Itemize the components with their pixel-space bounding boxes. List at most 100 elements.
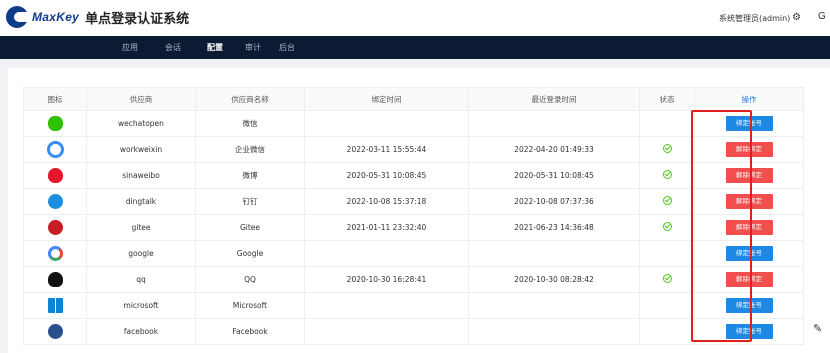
icon-cell [23,266,87,293]
bind-time-cell: 2021-01-11 23:32:40 [304,214,469,241]
icon-cell [23,162,87,189]
top-header: MaxKey 单点登录认证系统 系统管理员(admin) ⚙ G [0,0,830,36]
status-cell [639,292,695,319]
col-action: 操作 [694,87,804,111]
check-circle-icon [662,170,672,179]
current-user-menu[interactable]: 系统管理员(admin) [719,13,790,24]
wecom-icon [46,141,64,158]
provider-name-cell: QQ [195,266,305,293]
github-link[interactable]: G [818,11,826,22]
social-accounts-table: 图标 供应商 供应商名称 绑定时间 最近登录时间 状态 操作 wechatope… [23,87,804,345]
last-login-cell: 2020-10-30 08:28:42 [468,266,640,293]
provider-name-cell: 企业微信 [195,136,305,163]
provider-cell: microsoft [86,292,196,319]
wechat-icon [47,116,63,131]
bind-account-button[interactable]: 绑定账号 [725,324,773,339]
icon-cell [23,188,87,215]
provider-cell: google [86,240,196,267]
col-bind-time: 绑定时间 [304,87,469,111]
table-row: workweixin 企业微信 2022-03-11 15:55:44 2022-04… [23,136,804,163]
table-row: google Google 绑定账号 [23,240,804,267]
last-login-cell [468,240,640,267]
bind-account-button[interactable]: 绑定账号 [725,246,773,261]
bind-time-cell: 2020-10-30 16:28:41 [304,266,469,293]
bind-time-cell [304,240,469,267]
last-login-cell [468,318,640,345]
provider-cell: gitee [86,214,196,241]
logo-text: MaxKey [32,10,80,24]
col-icon: 图标 [23,87,87,111]
provider-cell: dingtalk [86,188,196,215]
dingtalk-icon [47,194,63,209]
bind-account-button[interactable]: 绑定账号 [725,298,773,313]
action-cell: 绑定账号 [694,292,804,319]
status-cell [639,214,695,241]
last-login-cell [468,292,640,319]
action-cell: 解除绑定 [694,214,804,241]
check-circle-icon [662,144,672,153]
provider-name-cell: 微信 [195,110,305,137]
bind-time-cell: 2020-05-31 10:08:45 [304,162,469,189]
action-cell: 绑定账号 [694,110,804,137]
table-row: sinaweibo 微博 2020-05-31 10:08:45 2020-05-31… [23,162,804,189]
weibo-icon [47,168,63,183]
provider-cell: sinaweibo [86,162,196,189]
provider-cell: qq [86,266,196,293]
bind-account-button[interactable]: 绑定账号 [725,116,773,131]
action-cell: 解除绑定 [694,266,804,293]
table-row: gitee Gitee 2021-01-11 23:32:40 2021-06-23 … [23,214,804,241]
gitee-icon [47,220,63,235]
unbind-button[interactable]: 解除绑定 [725,272,773,287]
pin-icon[interactable]: ✎ [813,322,822,335]
qq-icon [47,272,63,287]
icon-cell [23,110,87,137]
status-cell [639,136,695,163]
bind-time-cell [304,110,469,137]
maxkey-logo-icon [6,6,28,28]
app-title: 单点登录认证系统 [85,11,190,27]
icon-cell [23,240,87,267]
provider-cell: workweixin [86,136,196,163]
action-cell: 解除绑定 [694,188,804,215]
last-login-cell: 2022-04-20 01:49:33 [468,136,640,163]
google-icon [47,246,63,261]
nav-item-sessions[interactable]: 会话 [165,42,181,53]
action-cell: 绑定账号 [694,318,804,345]
table-row: microsoft Microsoft 绑定账号 [23,292,804,319]
app-logo[interactable]: MaxKey 单点登录认证系统 [6,6,189,28]
nav-item-config[interactable]: 配置 [207,42,223,53]
last-login-cell [468,110,640,137]
provider-name-cell: Google [195,240,305,267]
gear-icon[interactable]: ⚙ [792,12,801,23]
status-cell [639,188,695,215]
icon-cell [23,292,87,319]
provider-cell: facebook [86,318,196,345]
check-circle-icon [662,274,672,283]
provider-name-cell: 钉钉 [195,188,305,215]
unbind-button[interactable]: 解除绑定 [725,220,773,235]
unbind-button[interactable]: 解除绑定 [725,168,773,183]
col-status: 状态 [639,87,695,111]
table-row: wechatopen 微信 绑定账号 [23,110,804,137]
unbind-button[interactable]: 解除绑定 [725,194,773,209]
table-row: qq QQ 2020-10-30 16:28:41 2020-10-30 08:28:… [23,266,804,293]
status-cell [639,162,695,189]
table-row: facebook Facebook 绑定账号 [23,318,804,345]
provider-name-cell: Microsoft [195,292,305,319]
icon-cell [23,318,87,345]
nav-item-apps[interactable]: 应用 [122,42,138,53]
nav-item-audit[interactable]: 审计 [245,42,261,53]
unbind-button[interactable]: 解除绑定 [725,142,773,157]
bind-time-cell: 2022-03-11 15:55:44 [304,136,469,163]
provider-name-cell: Gitee [195,214,305,241]
action-cell: 绑定账号 [694,240,804,267]
check-circle-icon [662,196,672,205]
nav-item-admin[interactable]: 后台 [279,42,295,53]
provider-cell: wechatopen [86,110,196,137]
check-circle-icon [662,222,672,231]
status-cell [639,318,695,345]
last-login-cell: 2021-06-23 14:36:48 [468,214,640,241]
action-cell: 解除绑定 [694,136,804,163]
action-cell: 解除绑定 [694,162,804,189]
windows-icon [47,298,63,313]
